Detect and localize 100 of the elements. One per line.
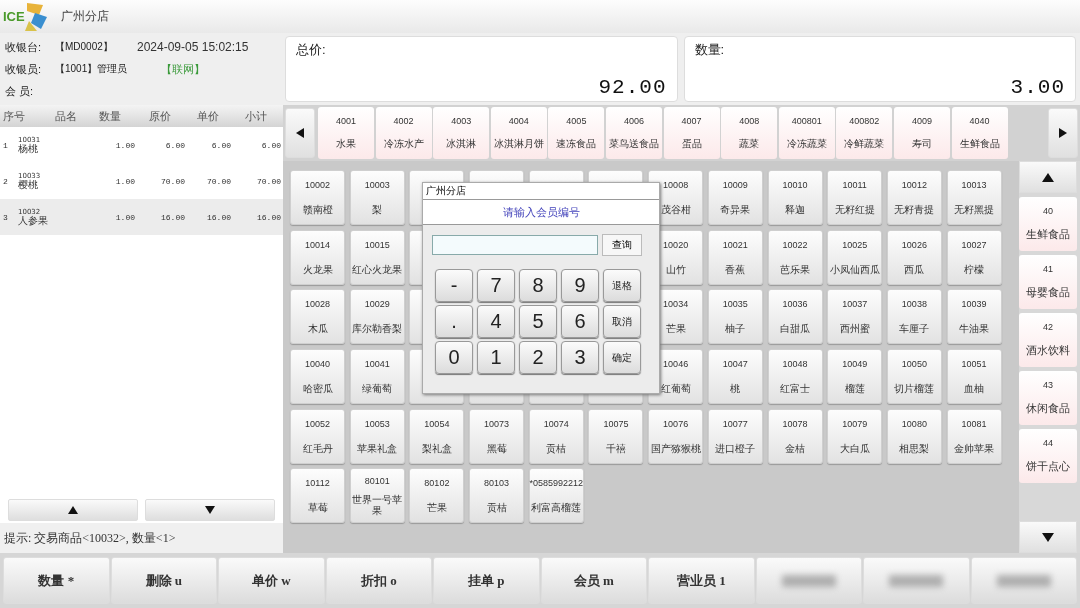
product-button[interactable]: 10039 牛油果 bbox=[946, 289, 1002, 345]
category-button[interactable]: 42 酒水饮料 bbox=[1019, 313, 1077, 367]
keypad-key[interactable]: 退格 bbox=[603, 269, 641, 302]
keypad-key[interactable]: 确定 bbox=[603, 341, 641, 374]
product-button[interactable]: 10009 奇异果 bbox=[707, 170, 763, 225]
product-button[interactable]: 10112 草莓 bbox=[290, 468, 345, 524]
category-tab[interactable]: 4040 生鲜食品 bbox=[951, 107, 1008, 159]
keypad-key[interactable]: 5 bbox=[519, 305, 557, 338]
product-button[interactable]: 10040 哈密瓜 bbox=[290, 349, 345, 405]
product-button[interactable]: 10053 苹果礼盒 bbox=[349, 408, 405, 464]
category-tab[interactable]: 4005 速冻食品 bbox=[548, 107, 605, 159]
product-button[interactable]: 10012 无籽青提 bbox=[886, 170, 942, 225]
category-tab[interactable]: 400801 冷冻蔬菜 bbox=[778, 107, 835, 159]
table-cell-text: 1.00 bbox=[114, 212, 135, 222]
keypad-key[interactable]: 4 bbox=[477, 305, 515, 338]
function-key[interactable]: 营业员 1 bbox=[648, 557, 755, 604]
product-button[interactable]: 10079 大白瓜 bbox=[827, 408, 883, 464]
query-button[interactable]: 查询 bbox=[602, 234, 642, 256]
scroll-up-button[interactable] bbox=[8, 499, 138, 521]
product-button[interactable]: 10011 无籽红提 bbox=[827, 170, 883, 225]
blurred-label bbox=[889, 574, 944, 587]
next-category-button[interactable] bbox=[1048, 108, 1078, 158]
side-down-button[interactable] bbox=[1019, 521, 1077, 553]
product-button[interactable]: 10075 千禧 bbox=[588, 408, 644, 464]
product-button[interactable]: 80101 世界一号苹果 bbox=[349, 468, 405, 524]
product-button[interactable]: 10037 西州蜜 bbox=[827, 289, 883, 345]
category-button[interactable]: 41 母婴食品 bbox=[1019, 255, 1077, 309]
product-button[interactable]: 10081 金帅苹果 bbox=[946, 408, 1002, 464]
product-button[interactable]: 10010 释迦 bbox=[767, 170, 823, 225]
keypad-key[interactable]: 7 bbox=[477, 269, 515, 302]
keypad-key[interactable]: . bbox=[435, 305, 473, 338]
function-key[interactable]: 挂单 p bbox=[433, 557, 540, 604]
scroll-down-button[interactable] bbox=[145, 499, 275, 521]
keypad-key[interactable]: 8 bbox=[519, 269, 557, 302]
category-tab[interactable]: 4006 菜鸟送食品 bbox=[605, 107, 662, 159]
product-button[interactable]: *0585992212 利富高榴莲 bbox=[528, 468, 584, 524]
previous-category-button[interactable] bbox=[285, 108, 315, 158]
product-button[interactable]: 10054 梨礼盒 bbox=[409, 408, 465, 464]
category-button[interactable]: 43 休闲食品 bbox=[1019, 371, 1077, 425]
product-button[interactable]: 10049 榴莲 bbox=[827, 349, 883, 405]
product-button[interactable]: 10021 香蕉 bbox=[707, 229, 763, 285]
function-key[interactable]: 折扣 o bbox=[325, 557, 432, 604]
side-up-button[interactable] bbox=[1019, 161, 1077, 193]
product-button[interactable]: 10052 红毛丹 bbox=[290, 408, 345, 464]
category-button[interactable]: 40 生鲜食品 bbox=[1019, 197, 1077, 251]
product-button[interactable]: 10048 红富士 bbox=[767, 349, 823, 405]
product-button[interactable]: 10002 赣南橙 bbox=[290, 170, 345, 225]
function-key[interactable]: 数量 * bbox=[3, 557, 110, 604]
function-key[interactable]: 会员 m bbox=[540, 557, 647, 604]
category-tab[interactable]: 4001 水果 bbox=[318, 107, 374, 159]
product-button[interactable]: 10003 梨 bbox=[349, 170, 405, 225]
product-button[interactable]: 10036 白甜瓜 bbox=[767, 289, 823, 345]
product-button[interactable]: 10041 绿葡萄 bbox=[349, 349, 405, 405]
category-tab[interactable]: 4009 寿司 bbox=[893, 107, 950, 159]
category-button[interactable]: 44 饼干点心 bbox=[1019, 429, 1077, 483]
table-cell-text: 16.00 bbox=[256, 212, 281, 222]
function-key[interactable]: 单价 w bbox=[218, 557, 325, 604]
category-tab[interactable]: 400802 冷鲜蔬菜 bbox=[836, 107, 893, 159]
category-tab[interactable]: 4008 蔬菜 bbox=[721, 107, 778, 159]
product-button[interactable]: 10015 红心火龙果 bbox=[349, 229, 405, 285]
product-button[interactable]: 10078 金桔 bbox=[767, 408, 823, 464]
keypad-key[interactable]: 1 bbox=[477, 341, 515, 374]
product-button[interactable]: 10050 切片榴莲 bbox=[886, 349, 942, 405]
product-button[interactable]: 10014 火龙果 bbox=[290, 229, 345, 285]
product-button[interactable]: 10013 无籽黑提 bbox=[946, 170, 1002, 225]
function-key[interactable] bbox=[755, 557, 862, 604]
category-tab[interactable]: 4002 冷冻水产 bbox=[375, 107, 432, 159]
keypad-key[interactable]: 2 bbox=[519, 341, 557, 374]
function-key[interactable] bbox=[863, 557, 970, 604]
product-button[interactable]: 80103 贡桔 bbox=[469, 468, 525, 524]
product-button[interactable]: 10035 柚子 bbox=[707, 289, 763, 345]
product-button[interactable]: 10026 西瓜 bbox=[886, 229, 942, 285]
keypad-key[interactable]: - bbox=[435, 269, 473, 302]
function-key[interactable]: 删除 u bbox=[110, 557, 217, 604]
product-button[interactable]: 10038 车厘子 bbox=[886, 289, 942, 345]
product-button[interactable]: 10074 贡桔 bbox=[528, 408, 584, 464]
keypad-key[interactable]: 0 bbox=[435, 341, 473, 374]
product-button[interactable]: 10025 小凤仙西瓜 bbox=[827, 229, 883, 285]
product-button[interactable]: 10047 桃 bbox=[707, 349, 763, 405]
column-header: 单价 bbox=[196, 108, 220, 124]
product-button[interactable]: 10077 进口橙子 bbox=[707, 408, 763, 464]
keypad-key[interactable]: 9 bbox=[561, 269, 599, 302]
store-name: 广州分店 bbox=[60, 8, 109, 25]
product-button[interactable]: 10029 库尔勒香梨 bbox=[349, 289, 405, 345]
keypad-key[interactable]: 3 bbox=[561, 341, 599, 374]
category-tab[interactable]: 4007 蛋品 bbox=[663, 107, 720, 159]
table-cell-text: 70.00 bbox=[256, 176, 281, 186]
product-button[interactable]: 80102 芒果 bbox=[409, 468, 465, 524]
product-button[interactable]: 10027 柠檬 bbox=[946, 229, 1002, 285]
product-button[interactable]: 10022 芭乐果 bbox=[767, 229, 823, 285]
product-button[interactable]: 10076 国产猕猴桃 bbox=[648, 408, 704, 464]
member-number-field[interactable] bbox=[432, 235, 598, 255]
product-button[interactable]: 10073 黑莓 bbox=[469, 408, 525, 464]
keypad-key[interactable]: 取消 bbox=[603, 305, 641, 338]
keypad-key[interactable]: 6 bbox=[561, 305, 599, 338]
category-tab[interactable]: 4003 冰淇淋 bbox=[433, 107, 490, 159]
product-button[interactable]: 10051 血柚 bbox=[946, 349, 1002, 405]
category-tab[interactable]: 4004 冰淇淋月饼 bbox=[490, 107, 547, 159]
product-button[interactable]: 10080 相思梨 bbox=[886, 408, 942, 464]
product-button[interactable]: 10028 木瓜 bbox=[290, 289, 345, 345]
